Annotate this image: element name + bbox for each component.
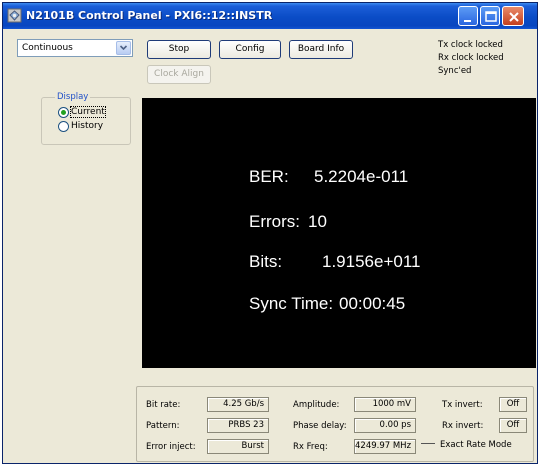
app-icon	[7, 8, 22, 23]
error-inject-value: Burst	[207, 439, 269, 454]
phase-delay-label: Phase delay:	[293, 421, 347, 431]
errors-value: 10	[308, 212, 327, 231]
amplitude-label: Amplitude:	[293, 400, 340, 410]
radio-current-button[interactable]	[58, 107, 69, 118]
mode-select[interactable]: Continuous	[17, 39, 133, 57]
radio-history-label: History	[71, 121, 104, 131]
radio-history[interactable]: History	[58, 121, 118, 133]
minimize-button[interactable]	[458, 6, 478, 26]
sync-time-label: Sync Time:	[249, 294, 334, 313]
rx-freq-value: 4249.97 MHz	[354, 439, 416, 454]
rx-freq-label: Rx Freq:	[293, 442, 328, 452]
stop-button[interactable]: Stop	[147, 40, 211, 59]
board-info-button[interactable]: Board Info	[289, 40, 353, 59]
radio-history-button[interactable]	[58, 121, 69, 132]
title-bar[interactable]: N2101B Control Panel - PXI6::12::INSTR	[3, 3, 537, 29]
window-title: N2101B Control Panel - PXI6::12::INSTR	[26, 9, 273, 22]
rx-invert-value: Off	[499, 418, 527, 433]
maximize-button[interactable]	[480, 6, 500, 26]
clock-align-button[interactable]: Clock Align	[147, 65, 211, 84]
close-icon	[509, 12, 519, 22]
rx-clock-status: Rx clock locked	[438, 53, 504, 63]
tx-invert-value: Off	[499, 397, 527, 412]
bit-rate-label: Bit rate:	[146, 400, 181, 410]
amplitude-value: 1000 mV	[354, 397, 416, 412]
error-inject-label: Error inject:	[146, 442, 196, 452]
chevron-down-icon[interactable]	[116, 41, 131, 55]
sync-time-value: 00:00:45	[339, 294, 406, 313]
ber-label: BER:	[249, 167, 289, 186]
config-button[interactable]: Config	[219, 40, 281, 59]
tx-clock-status: Tx clock locked	[438, 40, 503, 50]
errors-label: Errors:	[249, 212, 300, 231]
mode-select-value: Continuous	[22, 43, 73, 53]
bits-label: Bits:	[249, 252, 283, 271]
radio-current-label: Current	[70, 106, 106, 118]
sync-status: Sync'ed	[438, 66, 472, 76]
rx-invert-label: Rx invert:	[442, 421, 484, 431]
rate-mode-dash	[421, 443, 435, 444]
minimize-icon	[464, 20, 471, 22]
rate-mode-label: Exact Rate Mode	[440, 440, 512, 450]
bit-rate-value: 4.25 Gb/s	[207, 397, 269, 412]
display-group-label: Display	[55, 92, 91, 102]
ber-display: BER: 5.2204e-011 Errors: 10 Bits: 1.9156…	[142, 98, 536, 368]
pattern-label: Pattern:	[146, 421, 180, 431]
close-button[interactable]	[502, 6, 524, 26]
phase-delay-value: 0.00 ps	[354, 418, 416, 433]
radio-current[interactable]: Current	[58, 106, 118, 119]
ber-value: 5.2204e-011	[314, 167, 409, 186]
bits-value: 1.9156e+011	[322, 252, 421, 271]
tx-invert-label: Tx invert:	[442, 400, 483, 410]
maximize-icon	[485, 11, 497, 22]
pattern-value: PRBS 23	[207, 418, 269, 433]
control-panel-window: N2101B Control Panel - PXI6::12::INSTR C…	[2, 2, 538, 464]
